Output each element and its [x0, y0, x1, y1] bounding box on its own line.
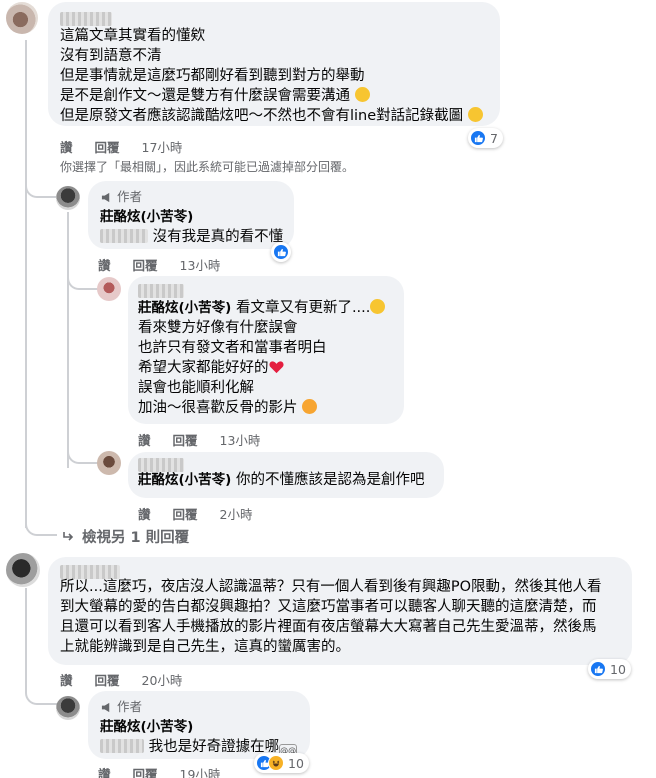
comment-line: 到大螢幕的愛的告白都沒興趣拍？又這麼巧當事者可以聽客人聊天聽的這麼清楚，而: [60, 599, 597, 615]
comment-timestamp[interactable]: 20小時: [142, 673, 183, 688]
author-name[interactable]: 莊酪炫(小苦苓): [100, 717, 298, 737]
commenter-name[interactable]: [60, 10, 488, 26]
thread-line-2: [67, 212, 69, 468]
comment-line: 這篇文章其實看的懂欸: [60, 28, 205, 44]
red-heart-icon: [268, 361, 284, 374]
reply-button[interactable]: 回覆: [133, 258, 158, 273]
reply-bubble: 作者 莊酪炫(小苦苓) 沒有我是真的看不懂: [88, 181, 294, 249]
reply-arrow-icon: [63, 531, 74, 541]
comment-line: 且還可以看到客人手機播放的影片裡面有夜店螢幕大大寫著自己先生愛溫蒂，然後馬: [60, 619, 597, 635]
author-name[interactable]: 莊酪炫(小苦苓): [100, 207, 282, 227]
author-badge: 作者: [100, 697, 298, 717]
view-more-replies-link[interactable]: 檢視另 1 則回覆: [62, 526, 189, 547]
reply-line: 看來雙方好像有什麼誤會: [138, 320, 298, 336]
reply-button[interactable]: 回覆: [173, 507, 198, 522]
reaction-summary[interactable]: [271, 242, 291, 262]
reply-button[interactable]: 回覆: [95, 140, 120, 155]
reply-button[interactable]: 回覆: [133, 767, 158, 778]
thread-curve-reply1: [25, 178, 57, 198]
reply-actions: 讚 回覆 19小時: [98, 764, 238, 778]
reply-button[interactable]: 回覆: [173, 433, 198, 448]
reply-actions: 讚 回覆 13小時: [138, 430, 278, 449]
reaction-summary[interactable]: 10: [254, 753, 309, 773]
reply-line: 也許只有發文者和當事者明白: [138, 340, 327, 356]
author-avatar[interactable]: [56, 696, 80, 720]
comment-bubble: 這篇文章其實看的懂欸 沒有到語意不清 但是事情就是這麼巧都剛好看到聽到對方的舉動…: [48, 2, 500, 126]
comment-line: 上就能辨識到是自己先生，這真的蠻厲害的。: [60, 639, 350, 655]
commenter-avatar[interactable]: [97, 277, 121, 301]
haha-reaction-icon: [268, 755, 284, 771]
like-button[interactable]: 讚: [138, 433, 151, 448]
microphone-icon: [101, 192, 110, 202]
reply-line-with-heart: 希望大家都能好好的: [138, 358, 394, 378]
reply-text: 沒有我是真的看不懂: [100, 227, 283, 247]
grinning-emoji-icon: [354, 87, 370, 102]
comment-line-with-emoji: 是不是創作文～還是雙方有什麼誤會需要溝通: [60, 86, 488, 106]
like-button[interactable]: 讚: [98, 767, 111, 778]
smiling-hearts-emoji-icon: [302, 399, 318, 414]
grinning-emoji-icon: [467, 107, 483, 122]
reply-button[interactable]: 回覆: [95, 673, 120, 688]
reaction-summary[interactable]: 7: [468, 128, 503, 148]
mentioned-author-name[interactable]: 莊酪炫(小苦苓): [138, 472, 231, 488]
author-badge: 作者: [100, 187, 282, 207]
reaction-count: 10: [288, 755, 304, 771]
reply-actions: 讚 回覆 2小時: [138, 504, 270, 523]
like-reaction-icon: [470, 130, 486, 146]
thread-line-1: [25, 40, 27, 528]
reply-timestamp[interactable]: 13小時: [220, 433, 261, 448]
commenter-name[interactable]: [138, 282, 394, 298]
reply-actions: 讚 回覆 13小時: [98, 255, 238, 274]
reply-bubble: 莊酪炫(小苦苓) 看文章又有更新了.... 看來雙方好像有什麼誤會 也許只有發文…: [128, 276, 404, 424]
reply-timestamp[interactable]: 13小時: [180, 258, 221, 273]
author-avatar[interactable]: [56, 186, 80, 210]
reply-timestamp[interactable]: 19小時: [180, 767, 221, 778]
mentioned-user[interactable]: [100, 229, 148, 243]
reaction-count: 10: [610, 661, 626, 677]
like-button[interactable]: 讚: [60, 140, 73, 155]
thread-curve-reply3: [67, 440, 99, 464]
like-button[interactable]: 讚: [60, 673, 73, 688]
commenter-avatar[interactable]: [97, 451, 121, 475]
mentioned-user[interactable]: [100, 739, 144, 753]
like-reaction-icon: [590, 661, 606, 677]
commenter-name[interactable]: [138, 456, 434, 472]
reply-line: 莊酪炫(小苦苓) 你的不懂應該是認為是創作吧: [138, 472, 425, 488]
commenter-avatar[interactable]: [6, 553, 40, 587]
commenter-name[interactable]: [60, 563, 620, 579]
comment-bubble: 所以...這麼巧，夜店沒人認識溫蒂？只有一個人看到後有興趣PO限動，然後其他人看…: [48, 557, 632, 665]
microphone-icon: [101, 702, 110, 712]
reaction-summary[interactable]: 10: [588, 659, 631, 679]
like-reaction-icon: [273, 244, 289, 260]
reply-bubble: 作者 莊酪炫(小苦苓) 我也是好奇證據在哪@@: [88, 691, 310, 759]
worried-emoji-icon: [370, 299, 386, 314]
reply-timestamp[interactable]: 2小時: [220, 507, 253, 522]
comment-timestamp[interactable]: 17小時: [142, 140, 183, 155]
thread-curve-reply4: [25, 675, 57, 705]
reply-line: 誤會也能順利化解: [138, 380, 254, 396]
thread-curve-reply2: [67, 268, 99, 290]
reply-bubble: 莊酪炫(小苦苓) 你的不懂應該是認為是創作吧: [128, 452, 444, 498]
like-button[interactable]: 讚: [138, 507, 151, 522]
comment-actions: 讚 回覆 17小時: [60, 137, 200, 156]
thread-curve-view-more: [25, 512, 57, 536]
reaction-count: 7: [490, 130, 498, 146]
like-button[interactable]: 讚: [98, 258, 111, 273]
comment-line-with-emoji: 但是原發文者應該認識酷炫吧～不然也不會有line對話記錄截圖: [60, 106, 488, 126]
comment-line: 但是事情就是這麼巧都剛好看到聽到對方的舉動: [60, 68, 365, 84]
commenter-avatar[interactable]: [6, 2, 38, 34]
mentioned-author-name[interactable]: 莊酪炫(小苦苓): [138, 300, 231, 316]
comment-line: 所以...這麼巧，夜店沒人認識溫蒂？只有一個人看到後有興趣PO限動，然後其他人看: [60, 579, 602, 595]
reply-first-line: 莊酪炫(小苦苓) 看文章又有更新了....: [138, 298, 394, 318]
reply-line-with-emoji: 加油～很喜歡反骨的影片: [138, 398, 394, 418]
comment-line: 沒有到語意不清: [60, 48, 162, 64]
filter-note: 你選擇了「最相關」，因此系統可能已過濾掉部分回覆。: [60, 160, 355, 174]
comment-actions: 讚 回覆 20小時: [60, 670, 200, 689]
